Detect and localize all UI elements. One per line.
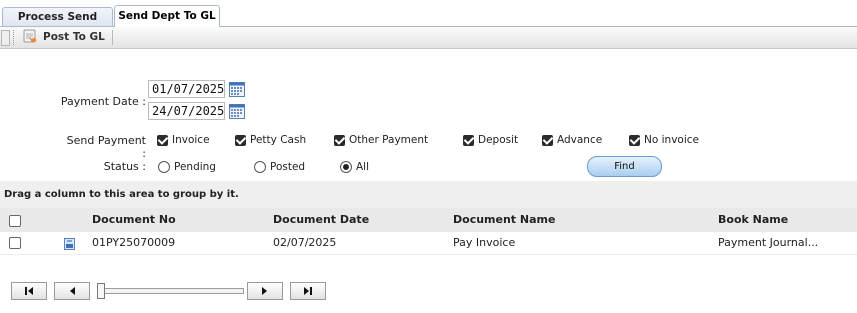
cell-book-name: Payment Journal... <box>718 236 819 249</box>
group-by-area[interactable]: Drag a column to this area to group by i… <box>0 181 857 208</box>
checkbox-petty-cash[interactable]: Petty Cash <box>235 134 306 146</box>
checkbox-checked-icon[interactable] <box>235 134 246 146</box>
checkbox-checked-icon[interactable] <box>629 134 640 146</box>
checkbox-label: No invoice <box>644 134 699 146</box>
status-label: Status : <box>103 160 146 173</box>
last-page-icon <box>304 287 312 295</box>
date-to-field: 24/07/2025 <box>148 102 245 120</box>
checkbox-label: Petty Cash <box>250 134 307 146</box>
toolbar-separator <box>13 30 14 45</box>
first-page-button[interactable] <box>11 282 47 300</box>
checkbox-other-payment[interactable]: Other Payment <box>334 134 428 146</box>
document-icon[interactable] <box>64 238 75 250</box>
pager <box>0 255 857 313</box>
radio-icon[interactable] <box>254 161 266 173</box>
send-payment-label: Send Payment : <box>66 134 146 160</box>
row-checkbox[interactable] <box>9 237 21 249</box>
checkbox-invoice[interactable]: Invoice <box>157 134 210 146</box>
calendar-icon[interactable] <box>229 81 245 97</box>
post-icon <box>22 28 38 47</box>
tab-process-send-data[interactable]: Process Send Data <box>2 7 113 41</box>
checkbox-checked-icon[interactable] <box>463 134 474 146</box>
radio-label: All <box>356 161 370 173</box>
column-header-document-name[interactable]: Document Name <box>453 208 555 232</box>
radio-label: Posted <box>270 161 306 173</box>
radio-label: Pending <box>174 161 216 173</box>
toolbar: Post To GL <box>0 27 857 49</box>
last-page-button[interactable] <box>290 282 326 300</box>
find-button[interactable]: Find <box>587 156 662 177</box>
first-page-icon <box>25 287 33 295</box>
table-row[interactable]: 01PY25070009 02/07/2025 Pay Invoice Paym… <box>0 232 857 255</box>
column-header-document-no[interactable]: Document No <box>92 208 176 232</box>
checkbox-checked-icon[interactable] <box>157 134 168 146</box>
date-to-input[interactable]: 24/07/2025 <box>148 102 225 120</box>
column-header-document-date[interactable]: Document Date <box>273 208 369 232</box>
cell-document-date: 02/07/2025 <box>273 236 337 249</box>
cell-document-name: Pay Invoice <box>453 236 516 249</box>
tab-strip: Process Send Data Send Dept To GL <box>0 0 857 41</box>
calendar-icon[interactable] <box>229 103 245 119</box>
next-page-icon <box>262 287 267 295</box>
checkbox-no-invoice[interactable]: No invoice <box>629 134 699 146</box>
radio-icon[interactable] <box>158 161 170 173</box>
checkbox-label: Deposit <box>478 134 519 146</box>
radio-posted[interactable]: Posted <box>254 161 305 173</box>
tab-send-dept-to-gl[interactable]: Send Dept To GL <box>114 5 220 28</box>
radio-pending[interactable]: Pending <box>158 161 216 173</box>
post-to-gl-label: Post To GL <box>43 31 105 43</box>
payment-date-label: Payment Date : <box>60 95 146 108</box>
page-slider-thumb[interactable] <box>97 283 105 299</box>
toolbar-separator <box>112 30 113 45</box>
date-from-field: 01/07/2025 <box>148 80 245 98</box>
grid-header: Document No Document Date Document Name … <box>0 208 857 233</box>
checkbox-advance[interactable]: Advance <box>542 134 602 146</box>
date-from-input[interactable]: 01/07/2025 <box>148 80 225 98</box>
checkbox-label: Invoice <box>172 134 210 146</box>
checkbox-label: Other Payment <box>349 134 429 146</box>
checkbox-checked-icon[interactable] <box>334 134 345 146</box>
column-header-book-name[interactable]: Book Name <box>718 208 788 232</box>
cell-document-no: 01PY25070009 <box>92 236 176 249</box>
post-to-gl-button[interactable]: Post To GL <box>22 28 105 46</box>
next-page-button[interactable] <box>247 282 283 300</box>
previous-page-button[interactable] <box>54 282 90 300</box>
radio-all[interactable]: All <box>340 161 369 173</box>
page-slider-track[interactable] <box>104 288 244 294</box>
checkbox-checked-icon[interactable] <box>542 134 553 146</box>
radio-selected-icon[interactable] <box>340 161 352 173</box>
previous-page-icon <box>70 287 75 295</box>
select-all-checkbox[interactable] <box>9 215 21 227</box>
toolbar-grip[interactable] <box>1 30 10 46</box>
checkbox-label: Advance <box>557 134 603 146</box>
checkbox-deposit[interactable]: Deposit <box>463 134 518 146</box>
